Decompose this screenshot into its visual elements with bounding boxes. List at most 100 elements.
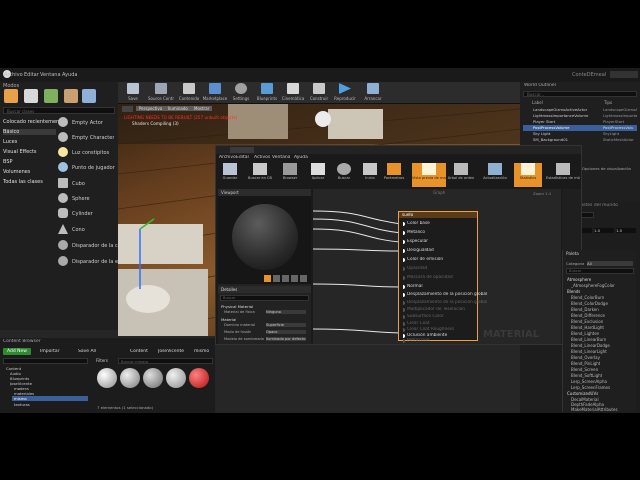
- tree-item-mismo[interactable]: mismo: [12, 396, 88, 401]
- mat-menu-assets[interactable]: Activos: [254, 155, 270, 160]
- marketplace-button[interactable]: Marketplace: [202, 83, 228, 103]
- preview-plane-button[interactable]: [282, 275, 289, 282]
- blend-mode-select[interactable]: Opaco: [266, 330, 306, 334]
- save-material-button[interactable]: Guardar: [216, 163, 244, 187]
- breadcrumb-content[interactable]: Content: [130, 349, 148, 354]
- category-bsp[interactable]: BSP: [3, 159, 13, 165]
- category-basic[interactable]: Básico: [3, 129, 56, 135]
- place-item[interactable]: Punto de jugador: [58, 162, 116, 175]
- palette-item[interactable]: MakeMaterialAttributes: [571, 407, 618, 412]
- menu-edit[interactable]: Editar: [24, 72, 39, 78]
- palette-item[interactable]: Blend_ColorDodge: [571, 301, 608, 306]
- menu-window[interactable]: Ventana: [40, 72, 61, 78]
- build-button[interactable]: Construir: [306, 83, 332, 103]
- palette-item[interactable]: Blend_PinLight: [571, 361, 600, 366]
- material-section[interactable]: Material: [221, 317, 236, 322]
- landscape-mode-icon[interactable]: [44, 89, 58, 103]
- mobile-stats-button[interactable]: Estadísticas de móviles: [546, 163, 580, 187]
- preview-viewport[interactable]: [218, 196, 311, 284]
- find-in-browser-button[interactable]: Buscar en CB: [246, 163, 274, 187]
- place-item[interactable]: Sphere: [58, 193, 116, 206]
- pin-metallic[interactable]: Metalico: [403, 230, 425, 235]
- menu-help[interactable]: Ayuda: [62, 72, 77, 78]
- class-search-input[interactable]: Buscar clases: [3, 107, 115, 114]
- parameters-button[interactable]: Parámetros: [380, 163, 408, 187]
- material-tab[interactable]: [230, 147, 254, 153]
- palette-item[interactable]: _AtmosphereFogColor: [571, 283, 615, 288]
- material-thumbnail[interactable]: [189, 368, 209, 388]
- palette-search-input[interactable]: Buscar: [566, 268, 634, 274]
- mat-menu-window[interactable]: Ventana: [272, 155, 290, 160]
- filters-button[interactable]: Filters: [96, 358, 108, 363]
- place-item[interactable]: Cylinder: [58, 208, 116, 221]
- paint-mode-icon[interactable]: [24, 89, 38, 103]
- table-row[interactable]: SM_Background01 StaticMeshActor: [523, 137, 637, 143]
- browser-button[interactable]: Browser: [276, 163, 304, 187]
- palette-item[interactable]: Blend_Darken: [571, 307, 599, 312]
- place-item[interactable]: Disparador de la c: [58, 240, 118, 253]
- launch-button[interactable]: Arrancar: [360, 83, 386, 103]
- play-button[interactable]: Reproducir: [332, 83, 358, 103]
- palette-item[interactable]: Blend_SoftLight: [571, 373, 602, 378]
- palette-category[interactable]: Blends: [567, 289, 580, 294]
- place-item[interactable]: Cono: [58, 224, 116, 237]
- scale-y-field[interactable]: 1.0: [594, 228, 614, 233]
- mat-details-search[interactable]: Buscar: [220, 295, 309, 301]
- mat-menu-file[interactable]: Archivo: [219, 155, 236, 160]
- physical-material-section[interactable]: Physical Material: [221, 304, 253, 309]
- category-lights[interactable]: Luces: [3, 139, 17, 145]
- cinematics-button[interactable]: Cinemática: [280, 83, 306, 103]
- world-settings-tab[interactable]: Ajustes del mundo: [576, 203, 618, 208]
- window-controls[interactable]: [610, 71, 638, 78]
- place-item[interactable]: Cubo: [58, 178, 116, 191]
- palette-item[interactable]: Blend_Screen: [571, 367, 598, 372]
- content-browser-tab[interactable]: Content Browser: [3, 339, 41, 344]
- palette-item[interactable]: Blend_Difference: [571, 313, 605, 318]
- stats-button[interactable]: Statistics: [514, 163, 542, 187]
- palette-item[interactable]: Blend_LinearBurn: [571, 337, 606, 342]
- category-recent[interactable]: Colocado recientemente: [3, 119, 64, 125]
- material-thumbnail[interactable]: [166, 368, 186, 388]
- show-button[interactable]: Mostrar: [191, 106, 213, 111]
- pin-specular[interactable]: Especular: [403, 239, 428, 244]
- search-button[interactable]: Buscar: [330, 163, 358, 187]
- pin-opacity[interactable]: Opacidad: [403, 266, 427, 271]
- pin-emissive[interactable]: Color de emisión: [403, 257, 443, 262]
- pin-world-position-offset[interactable]: Desplazamiento de la posición global: [403, 292, 487, 297]
- mat-details-tab[interactable]: Detalles: [221, 287, 237, 292]
- palette-item[interactable]: Lerp_ScreenFrames: [571, 385, 610, 390]
- material-thumbnail[interactable]: [120, 368, 140, 388]
- pin-clear-coat[interactable]: Clear Coat: [403, 321, 430, 326]
- content-button[interactable]: Contenido: [176, 83, 202, 103]
- add-new-button[interactable]: Add New: [3, 348, 31, 355]
- settings-button[interactable]: Settings: [228, 83, 254, 103]
- scale-z-field[interactable]: 1.0: [616, 228, 636, 233]
- material-thumbnail[interactable]: [97, 368, 117, 388]
- preview-cylinder-button[interactable]: [291, 275, 298, 282]
- pin-refraction[interactable]: Refracción: [403, 338, 430, 343]
- save-button[interactable]: Save: [120, 83, 146, 103]
- pin-roughness[interactable]: Desigualdad: [403, 248, 434, 253]
- material-domain-select[interactable]: Superficie: [266, 323, 306, 327]
- shading-model-select[interactable]: Iluminado por defecto: [266, 337, 306, 341]
- preview-cube-button[interactable]: [273, 275, 280, 282]
- mat-menu-help[interactable]: Ayuda: [294, 155, 308, 160]
- pin-tessellation[interactable]: Multiplicador de Teselación: [403, 307, 465, 312]
- import-button[interactable]: Importar: [40, 349, 60, 354]
- palette-tab[interactable]: Paleta: [566, 251, 579, 256]
- material-graph[interactable]: Graph suelo Color base Metalico Especula…: [313, 189, 561, 344]
- palette-item[interactable]: Blend_Lighten: [571, 331, 599, 336]
- foliage-mode-icon[interactable]: [64, 89, 78, 103]
- phys-material-select[interactable]: Ninguno: [266, 310, 306, 314]
- place-item[interactable]: Empty Actor: [58, 117, 116, 130]
- pin-normal[interactable]: Normal: [403, 284, 423, 289]
- live-update-button[interactable]: Actualización: [478, 163, 512, 187]
- palette-item[interactable]: Blend_LinearLight: [571, 349, 607, 354]
- palette-category[interactable]: Atmosphere: [567, 277, 591, 282]
- category-volumes[interactable]: Volumenes: [3, 169, 30, 175]
- pin-clear-coat-roughness[interactable]: Clear Coat Roughness: [403, 327, 454, 332]
- place-item[interactable]: Empty Character: [58, 132, 116, 145]
- pin-opacity-mask[interactable]: Máscara de opacidad: [403, 275, 453, 280]
- apply-button[interactable]: Aplicar: [304, 163, 332, 187]
- palette-item[interactable]: Lerp_ScreenAlpha: [571, 379, 607, 384]
